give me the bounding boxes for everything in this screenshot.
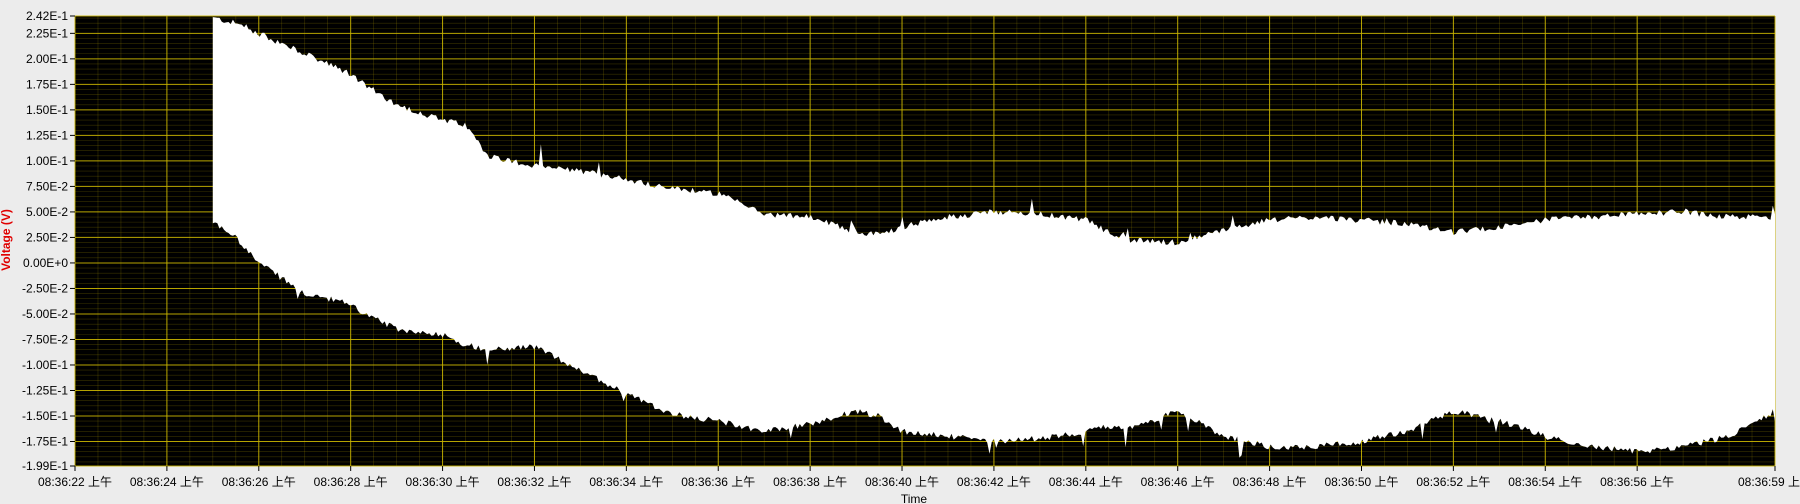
y-axis-title: Voltage (V) bbox=[0, 209, 13, 271]
y-tick-label: -1.75E-1 bbox=[22, 435, 68, 449]
x-tick-label: 08:36:44 上午 bbox=[1049, 475, 1123, 489]
x-tick-label: 08:36:56 上午 bbox=[1600, 475, 1674, 489]
y-tick-label: 2.25E-1 bbox=[26, 26, 68, 40]
x-tick-label: 08:36:30 上午 bbox=[406, 475, 480, 489]
x-tick-label: 08:36:24 上午 bbox=[130, 475, 204, 489]
x-tick-label: 08:36:40 上午 bbox=[865, 475, 939, 489]
y-tick-label: -1.00E-1 bbox=[22, 358, 68, 372]
y-tick-label: -1.50E-1 bbox=[22, 409, 68, 423]
x-tick-label: 08:36:32 上午 bbox=[497, 475, 571, 489]
x-tick-label: 08:36:28 上午 bbox=[314, 475, 388, 489]
x-tick-label: 08:36:22 上午 bbox=[38, 475, 112, 489]
x-tick-label: 08:36:48 上午 bbox=[1233, 475, 1307, 489]
y-tick-label: 1.75E-1 bbox=[26, 77, 68, 91]
y-tick-label: -1.99E-1 bbox=[22, 459, 68, 473]
y-tick-label: 1.00E-1 bbox=[26, 154, 68, 168]
x-tick-label: 08:36:52 上午 bbox=[1416, 475, 1490, 489]
y-tick-label: -2.50E-2 bbox=[22, 281, 68, 295]
x-tick-label: 08:36:36 上午 bbox=[681, 475, 755, 489]
y-tick-label: -5.00E-2 bbox=[22, 307, 68, 321]
y-tick-label: -7.50E-2 bbox=[22, 332, 68, 346]
y-tick-label: 7.50E-2 bbox=[26, 179, 68, 193]
x-tick-label: 08:36:42 上午 bbox=[957, 475, 1031, 489]
x-axis-title: Time bbox=[901, 492, 928, 504]
y-tick-label: 2.00E-1 bbox=[26, 52, 68, 66]
x-tick-label: 08:36:46 上午 bbox=[1141, 475, 1215, 489]
y-tick-label: 5.00E-2 bbox=[26, 205, 68, 219]
x-tick-label: 08:36:26 上午 bbox=[222, 475, 296, 489]
y-tick-label: 2.50E-2 bbox=[26, 230, 68, 244]
voltage-time-chart: 2.42E-1 2.25E-1 2.00E-1 1.75E-1 1.50E-1 1.25E… bbox=[0, 0, 1800, 504]
y-tick-label: 1.50E-1 bbox=[26, 103, 68, 117]
y-tick-label: -1.25E-1 bbox=[22, 383, 68, 397]
x-tick-label: 08:36:50 上午 bbox=[1324, 475, 1398, 489]
y-tick-label: 2.42E-1 bbox=[26, 9, 68, 23]
x-tick-label: 08:36:54 上午 bbox=[1508, 475, 1582, 489]
x-tick-label: 08:36:59 上午 bbox=[1738, 475, 1800, 489]
y-tick-label: 1.25E-1 bbox=[26, 128, 68, 142]
x-tick-label: 08:36:38 上午 bbox=[773, 475, 847, 489]
x-tick-label: 08:36:34 上午 bbox=[589, 475, 663, 489]
y-tick-label: 0.00E+0 bbox=[23, 256, 68, 270]
